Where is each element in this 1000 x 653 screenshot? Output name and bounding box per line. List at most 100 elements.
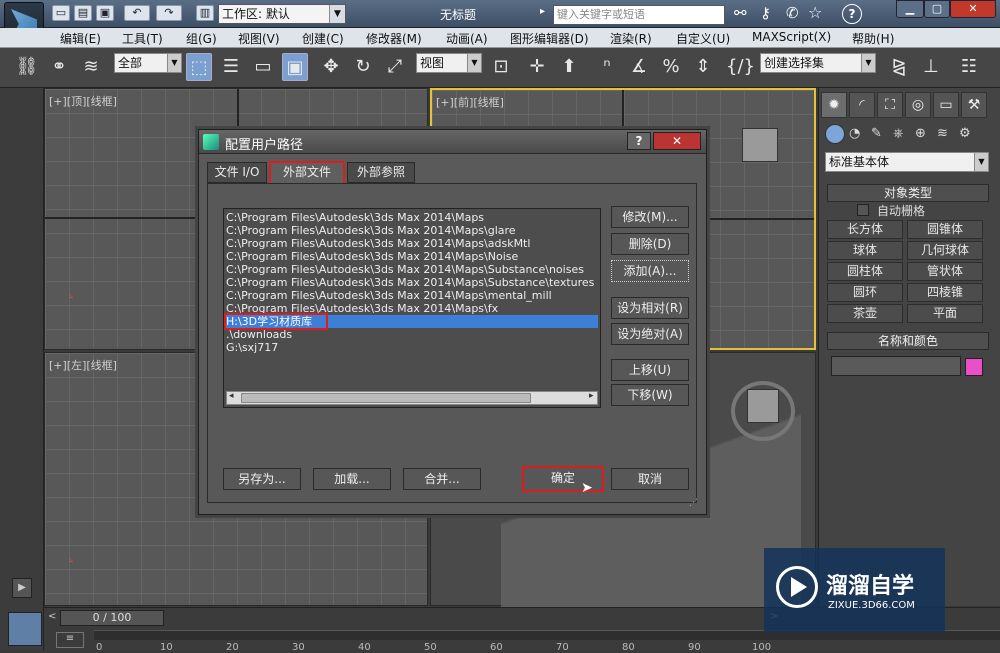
undo-icon[interactable]: ↶ — [124, 5, 150, 21]
viewport-left-label[interactable]: [+][左][线框] — [49, 357, 117, 373]
key-icon[interactable]: ⚷ — [760, 4, 771, 22]
time-slider[interactable]: 0 / 100 — [60, 610, 164, 626]
display-tab-icon[interactable]: ▭ — [933, 92, 959, 118]
dialog-close-icon[interactable]: ✕ — [653, 132, 701, 150]
menu-maxscript[interactable]: MAXScript(X) — [752, 30, 831, 44]
save-as-button[interactable]: 另存为... — [223, 468, 301, 490]
mirror-icon[interactable]: ⧎ — [886, 53, 912, 81]
move-down-button[interactable]: 下移(W) — [611, 384, 689, 406]
expand-arrow-icon[interactable]: ▶ — [12, 578, 32, 598]
layer-manager-icon[interactable]: ☷ — [956, 53, 982, 81]
list-item[interactable]: C:\Program Files\Autodesk\3ds Max 2014\M… — [226, 276, 598, 289]
primitive-type-dropdown[interactable]: 标准基本体 ▼ — [825, 152, 989, 172]
angle-snap-icon[interactable]: ∡ — [626, 53, 652, 81]
list-item[interactable]: C:\Program Files\Autodesk\3ds Max 2014\M… — [226, 211, 598, 224]
resize-grip-icon[interactable]: ⋰ — [689, 498, 698, 508]
bind-space-warp-icon[interactable]: ≋ — [78, 53, 104, 81]
helpers-icon[interactable]: ⊕ — [915, 126, 926, 141]
geosphere-button[interactable]: 几何球体 — [907, 241, 983, 260]
project-folder-icon[interactable]: ▥ — [196, 5, 214, 21]
teapot-button[interactable]: 茶壶 — [827, 304, 903, 323]
binoculars-icon[interactable]: ⚯ — [734, 4, 747, 22]
pivot-center-icon[interactable]: ⊡ — [488, 53, 514, 81]
save-icon[interactable]: ▣ — [96, 5, 114, 21]
menu-edit[interactable]: 编辑(E) — [60, 30, 101, 47]
communication-center-icon[interactable]: ✆ — [786, 4, 799, 22]
time-slider-prev-icon[interactable]: < — [48, 611, 60, 625]
tab-file-io[interactable]: 文件 I/O — [207, 162, 267, 183]
cylinder-button[interactable]: 圆柱体 — [827, 262, 903, 281]
scroll-right-icon[interactable]: ▸ — [589, 391, 594, 401]
space-warps-icon[interactable]: ≋ — [937, 126, 948, 141]
menu-create[interactable]: 创建(C) — [302, 30, 344, 47]
modify-tab-icon[interactable]: ◜ — [849, 92, 875, 118]
select-object-icon[interactable]: ⬚ — [186, 53, 212, 81]
motion-tab-icon[interactable]: ◎ — [905, 92, 931, 118]
add-path-button[interactable]: 添加(A)... — [611, 260, 689, 282]
mini-curve-editor-icon[interactable]: ≡ — [56, 632, 84, 648]
named-selection-sets-dropdown[interactable]: 创建选择集 ▼ — [760, 53, 876, 73]
systems-icon[interactable]: ⚙ — [959, 126, 971, 141]
plane-button[interactable]: 平面 — [907, 304, 983, 323]
help-icon[interactable]: ? — [842, 4, 862, 24]
align-icon[interactable]: ⊥ — [918, 53, 944, 81]
auto-grid-checkbox[interactable] — [857, 204, 869, 216]
viewport-top-label[interactable]: [+][顶][线框] — [49, 93, 117, 109]
merge-button[interactable]: 合并... — [403, 468, 481, 490]
minimize-button[interactable]: ▁ — [896, 0, 924, 18]
selection-filter-dropdown[interactable]: 全部 ▼ — [114, 53, 182, 73]
link-icon[interactable]: ⛓ — [14, 53, 40, 81]
modify-path-button[interactable]: 修改(M)... — [611, 206, 689, 228]
list-item[interactable]: C:\Program Files\Autodesk\3ds Max 2014\M… — [226, 224, 598, 237]
select-by-name-icon[interactable]: ☰ — [218, 53, 244, 81]
keyboard-shortcut-override-icon[interactable]: ⬆ — [556, 53, 582, 81]
sphere-button[interactable]: 球体 — [827, 241, 903, 260]
move-up-button[interactable]: 上移(U) — [611, 359, 689, 381]
scale-icon[interactable]: ⤢ — [382, 53, 408, 81]
object-name-input[interactable] — [831, 356, 961, 376]
cone-button[interactable]: 圆锥体 — [907, 220, 983, 239]
menu-rendering[interactable]: 渲染(R) — [610, 30, 652, 47]
search-expand-icon[interactable]: ▸ — [540, 6, 550, 22]
menu-group[interactable]: 组(G) — [186, 30, 217, 47]
edit-named-selection-icon[interactable]: {/} — [726, 53, 755, 81]
favorites-star-icon[interactable]: ☆ — [808, 3, 822, 22]
view-cube-icon[interactable] — [742, 128, 778, 162]
tab-external-files[interactable]: 外部文件 — [269, 161, 345, 185]
maximize-button[interactable]: ▢ — [924, 0, 950, 18]
object-color-swatch[interactable] — [965, 358, 983, 376]
viewport-front-label[interactable]: [+][前][线框] — [436, 94, 504, 110]
cancel-button[interactable]: 取消 — [611, 468, 689, 490]
create-tab-icon[interactable]: ✹ — [821, 92, 847, 118]
window-crossing-icon[interactable]: ▣ — [282, 53, 308, 81]
load-button[interactable]: 加载... — [313, 468, 391, 490]
list-item[interactable]: G:\sxj717 — [226, 341, 598, 354]
utilities-tab-icon[interactable]: ⚒ — [961, 92, 987, 118]
search-input[interactable]: 键入关键字或短语 — [553, 5, 725, 25]
tab-xrefs[interactable]: 外部参照 — [347, 162, 415, 183]
name-and-color-header[interactable]: 名称和颜色 — [827, 332, 989, 350]
redo-icon[interactable]: ↷ — [156, 5, 182, 21]
make-relative-button[interactable]: 设为相对(R) — [611, 297, 689, 319]
box-button[interactable]: 长方体 — [827, 220, 903, 239]
list-item[interactable]: C:\Program Files\Autodesk\3ds Max 2014\M… — [226, 250, 598, 263]
workspace-dropdown[interactable]: 工作区: 默认 ▼ — [218, 4, 346, 24]
open-file-icon[interactable]: ▤ — [74, 5, 92, 21]
menu-tools[interactable]: 工具(T) — [122, 30, 163, 47]
list-item[interactable]: C:\Program Files\Autodesk\3ds Max 2014\M… — [226, 237, 598, 250]
list-item[interactable]: C:\Program Files\Autodesk\3ds Max 2014\M… — [226, 289, 598, 302]
snaps-toggle-icon[interactable]: ⁿ — [594, 53, 620, 81]
viewport-layout-icon[interactable] — [8, 612, 42, 646]
pyramid-button[interactable]: 四棱锥 — [907, 283, 983, 302]
rectangular-selection-icon[interactable]: ▭ — [250, 53, 276, 81]
menu-help[interactable]: 帮助(H) — [852, 30, 894, 47]
menu-graph-editors[interactable]: 图形编辑器(D) — [510, 30, 589, 47]
menu-views[interactable]: 视图(V) — [238, 30, 280, 47]
move-icon[interactable]: ✥ — [318, 53, 344, 81]
rotate-icon[interactable]: ↻ — [350, 53, 376, 81]
scroll-left-icon[interactable]: ◂ — [229, 391, 234, 401]
close-window-button[interactable]: ✕ — [950, 0, 996, 18]
unlink-icon[interactable]: ⚭ — [46, 53, 72, 81]
object-type-header[interactable]: 对象类型 — [827, 184, 989, 202]
new-file-icon[interactable]: ▭ — [52, 5, 70, 21]
